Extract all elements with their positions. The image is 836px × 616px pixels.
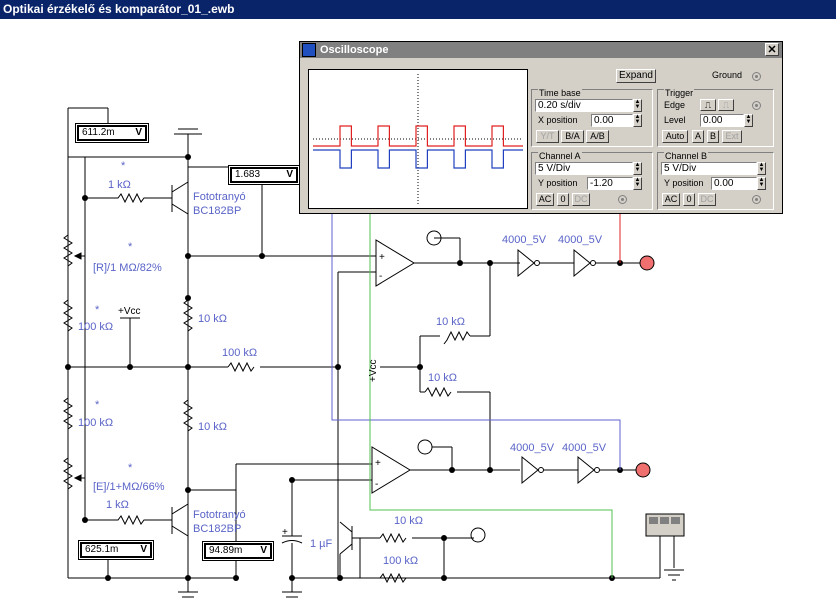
channel-b-radio[interactable] bbox=[752, 195, 761, 204]
voltmeter-1-value: 611.2m bbox=[82, 127, 115, 138]
channel-b-scale[interactable]: 5 V/Div bbox=[661, 162, 757, 175]
channel-b-ac-button[interactable]: AC bbox=[662, 193, 680, 206]
voltmeter-2-value: 1.683 bbox=[235, 169, 261, 180]
channel-a-radio[interactable] bbox=[618, 195, 627, 204]
opamp-top-plus: + bbox=[379, 252, 385, 263]
expand-button[interactable]: Expand bbox=[616, 69, 656, 83]
timebase-spinner[interactable]: ▲ ▼ bbox=[633, 99, 642, 112]
label-r10k-bot: 10 kΩ bbox=[198, 421, 227, 433]
channel-a-ac-button[interactable]: AC bbox=[536, 193, 554, 206]
oscilloscope-screen bbox=[308, 69, 528, 209]
label-gate-bot-1: 4000_5V bbox=[510, 442, 555, 454]
timebase-title: Time base bbox=[538, 88, 582, 98]
channel-b-ypos-spinner[interactable]: ▲ ▼ bbox=[757, 177, 766, 190]
label-gate-bot-2: 4000_5V bbox=[562, 442, 607, 454]
voltmeter-3[interactable]: 625.1m V bbox=[80, 542, 152, 558]
window-title: Optikai érzékelő és komparátor_01_.ewb bbox=[0, 0, 836, 19]
opamp-top-minus: - bbox=[379, 271, 382, 282]
voltmeter-4-unit: V bbox=[260, 545, 267, 556]
yt-button[interactable]: Y/T bbox=[536, 130, 559, 143]
edge-falling-button[interactable]: ⎍ bbox=[718, 99, 734, 111]
label-r1k-top: 1 kΩ bbox=[108, 179, 131, 191]
edge-label: Edge bbox=[664, 100, 686, 110]
channel-a-scale-spinner[interactable]: ▲ ▼ bbox=[633, 162, 642, 175]
label-r1k-bot: 1 kΩ bbox=[106, 499, 129, 511]
trigger-ext-button[interactable]: Ext bbox=[722, 130, 742, 143]
xpos-spinner[interactable]: ▲ ▼ bbox=[633, 114, 642, 127]
label-photo-bot-name: Fototranyó bbox=[193, 509, 246, 521]
trigger-b-button[interactable]: B bbox=[707, 130, 719, 143]
label-r100k-mid: 100 kΩ bbox=[222, 347, 257, 359]
label-photo-top-name: Fototranyó bbox=[193, 191, 246, 203]
label-fb-top: 10 kΩ bbox=[436, 316, 465, 328]
voltmeter-1-unit: V bbox=[135, 127, 142, 138]
voltmeter-3-unit: V bbox=[140, 544, 147, 555]
label-r100k-left-top: 100 kΩ bbox=[78, 321, 113, 333]
channel-b-zero-button[interactable]: 0 bbox=[683, 193, 695, 206]
label-vcc-right: +Vcc bbox=[368, 359, 379, 382]
channel-b-title: Channel B bbox=[664, 151, 709, 161]
xpos-field[interactable]: 0.00 bbox=[591, 114, 633, 127]
oscilloscope-window[interactable]: Oscilloscope ✕ Expand Ground Time base 0… bbox=[299, 41, 783, 214]
channel-a-dc-button[interactable]: DC bbox=[572, 193, 590, 206]
timebase-value[interactable]: 0.20 s/div bbox=[535, 99, 633, 112]
ground-label: Ground bbox=[712, 70, 743, 80]
channel-a-zero-button[interactable]: 0 bbox=[557, 193, 569, 206]
label-cap: 1 µF bbox=[310, 538, 333, 550]
trigger-auto-button[interactable]: Auto bbox=[662, 130, 688, 143]
oscilloscope-icon bbox=[302, 43, 316, 57]
voltmeter-4[interactable]: 94.89m V bbox=[204, 543, 272, 559]
label-r100k-bottom: 100 kΩ bbox=[383, 555, 418, 567]
channel-b-scale-spinner[interactable]: ▲ ▼ bbox=[757, 162, 766, 175]
channel-a-ypos[interactable]: -1.20 bbox=[587, 177, 633, 190]
label-gate-top-1: 4000_5V bbox=[502, 234, 547, 246]
voltmeter-2-unit: V bbox=[286, 169, 293, 180]
label-fb-bot: 10 kΩ bbox=[428, 372, 457, 384]
level-label: Level bbox=[664, 115, 686, 125]
edge-rising-button[interactable]: ⎍ bbox=[700, 99, 716, 111]
voltmeter-1[interactable]: 611.2m V bbox=[77, 125, 147, 141]
channel-b-ypos-label: Y position bbox=[664, 178, 704, 188]
cap-plus: + bbox=[282, 527, 288, 538]
ab-button[interactable]: A/B bbox=[586, 130, 609, 143]
star-1: * bbox=[121, 160, 126, 172]
channel-a-ypos-spinner[interactable]: ▲ ▼ bbox=[633, 177, 642, 190]
channel-a-ypos-label: Y position bbox=[538, 178, 578, 188]
ground-radio[interactable] bbox=[752, 72, 761, 81]
label-pot-top: [R]/1 MΩ/82% bbox=[93, 262, 162, 274]
star-5: * bbox=[128, 462, 133, 474]
voltmeter-2[interactable]: 1.683 V bbox=[230, 167, 298, 183]
voltmeter-4-value: 94.89m bbox=[209, 545, 243, 556]
opamp-bot-minus: - bbox=[375, 479, 378, 490]
close-button[interactable]: ✕ bbox=[765, 43, 779, 56]
channel-b-dc-button[interactable]: DC bbox=[698, 193, 716, 206]
star-3: * bbox=[95, 304, 100, 316]
label-pot-bot: [E]/1+MΩ/66% bbox=[93, 481, 165, 493]
voltmeter-3-value: 625.1m bbox=[85, 544, 119, 555]
trigger-a-button[interactable]: A bbox=[692, 130, 704, 143]
oscilloscope-titlebar[interactable]: Oscilloscope ✕ bbox=[300, 42, 782, 58]
label-photo-top-part: BC182BP bbox=[193, 205, 241, 217]
label-photo-bot-part: BC182BP bbox=[193, 523, 241, 535]
xpos-label: X position bbox=[538, 115, 578, 125]
star-4: * bbox=[95, 399, 100, 411]
label-r10k-bottom: 10 kΩ bbox=[394, 515, 423, 527]
label-r100k-left-bot: 100 kΩ bbox=[78, 417, 113, 429]
star-2: * bbox=[128, 241, 133, 253]
label-vcc-left: +Vcc bbox=[118, 306, 141, 317]
label-gate-top-2: 4000_5V bbox=[558, 234, 603, 246]
channel-a-scale[interactable]: 5 V/Div bbox=[535, 162, 633, 175]
opamp-bot-plus: + bbox=[375, 458, 381, 469]
ba-button[interactable]: B/A bbox=[561, 130, 584, 143]
level-field[interactable]: 0.00 bbox=[700, 114, 744, 127]
oscilloscope-traces bbox=[313, 74, 523, 204]
oscilloscope-title: Oscilloscope bbox=[320, 44, 389, 56]
trigger-title: Trigger bbox=[664, 88, 695, 98]
label-r10k-top: 10 kΩ bbox=[198, 313, 227, 325]
channel-b-ypos[interactable]: 0.00 bbox=[711, 177, 757, 190]
level-spinner[interactable]: ▲ ▼ bbox=[744, 114, 753, 127]
channel-a-title: Channel A bbox=[538, 151, 582, 161]
trigger-radio[interactable] bbox=[752, 101, 761, 110]
